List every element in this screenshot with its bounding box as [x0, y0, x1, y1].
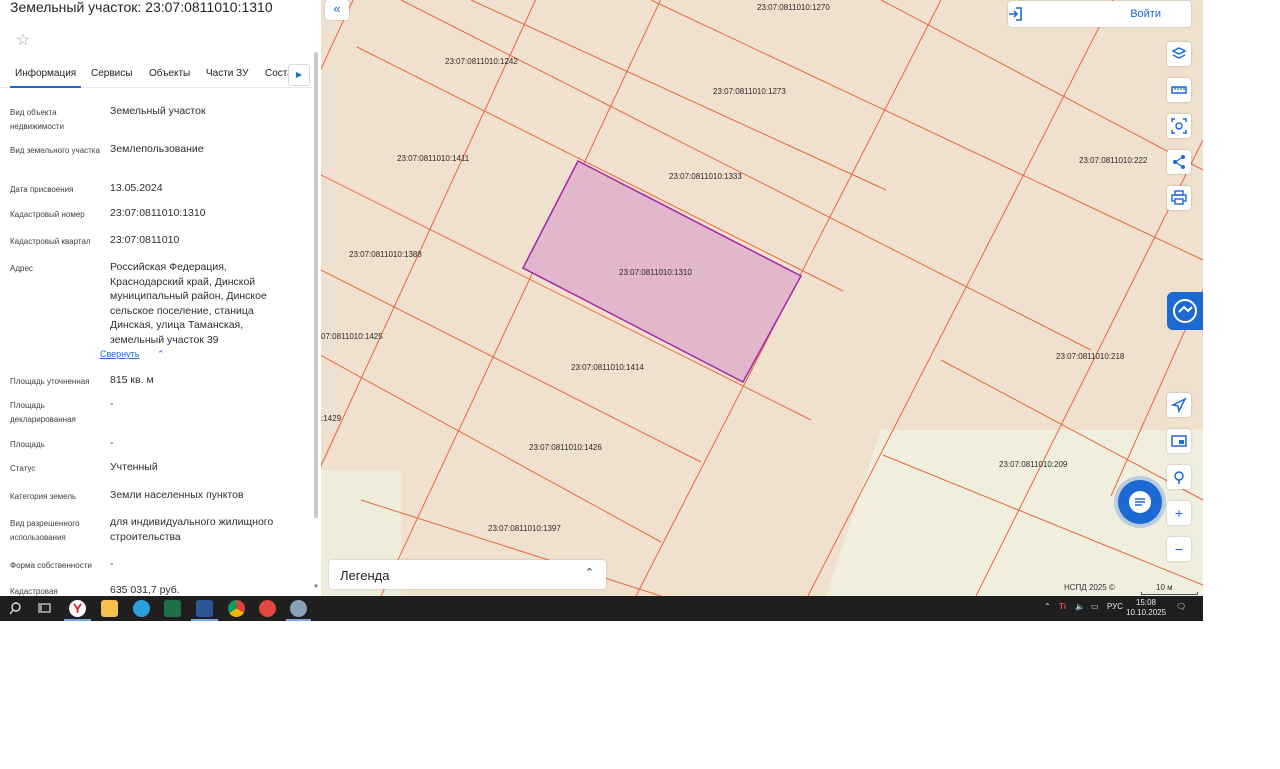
parcel-label: 23:07:0811010:1388	[349, 250, 422, 259]
parcel-label: 23:07:0811010:1414	[571, 363, 644, 372]
chat-bubble-icon	[1129, 491, 1151, 513]
location-search-button[interactable]	[1167, 465, 1191, 489]
parcel-label: 23:07:0811010:1273	[713, 87, 786, 96]
parcel-label: 23:07:0811010:1411	[397, 154, 470, 163]
zoom-in-button[interactable]: +	[1167, 501, 1191, 525]
location-pin-icon	[1174, 471, 1184, 484]
windows-taskbar: ⌃ Ti 🔈 ▭ РУС 15:08 10.10.2025 🗨	[0, 596, 1203, 621]
clock-date: 10.10.2025	[1126, 608, 1167, 617]
ruler-button[interactable]	[1167, 78, 1191, 102]
tab-land-parts[interactable]: Части ЗУ	[206, 68, 248, 79]
excel-icon[interactable]	[163, 599, 182, 618]
parcel-label: 23:07:0811010:1333	[669, 172, 742, 181]
legend-label: Легенда	[340, 568, 390, 583]
parcel-label: 23:07:0811010:1397	[488, 524, 561, 533]
tabs-next-arrow-icon[interactable]: ▶	[288, 64, 310, 86]
tab-bar: Информация Сервисы Объекты Части ЗУ Сост…	[0, 60, 312, 88]
login-button[interactable]: Войти	[1008, 1, 1191, 27]
login-arrow-icon	[1009, 7, 1022, 21]
minimap-icon	[1171, 435, 1187, 447]
minimap-button[interactable]	[1167, 429, 1191, 453]
edge-browser-icon[interactable]	[132, 599, 151, 618]
task-view-icon[interactable]	[36, 599, 55, 618]
map-scale-bar	[1141, 592, 1198, 595]
chevron-up-icon[interactable]: ⌃	[157, 349, 165, 360]
up-down-chevron-icon: ⌃	[584, 567, 594, 579]
print-button[interactable]	[1167, 186, 1191, 210]
navigation-arrow-icon	[1170, 397, 1187, 414]
geolocation-button[interactable]	[1167, 393, 1191, 417]
parcel-label: 23:07:0811010:222	[1079, 156, 1148, 165]
cadastral-map[interactable]: 23:07:0811010:1270 23:07:0811010:1242 23…	[321, 0, 1203, 596]
parcel-label: 07:0811010:1425	[321, 332, 383, 341]
tab-objects[interactable]: Объекты	[149, 68, 190, 79]
parcel-label: 23:07:0811010:1270	[757, 3, 830, 12]
word-icon[interactable]	[195, 599, 214, 618]
assistant-icon	[1173, 299, 1197, 323]
app-shortcut-icon[interactable]	[258, 599, 277, 618]
parcel-label: 23:07:0811010:1310	[619, 268, 692, 277]
file-explorer-icon[interactable]	[100, 599, 119, 618]
chrome-icon[interactable]	[227, 599, 246, 618]
favorite-star-icon[interactable]: ☆	[10, 28, 36, 54]
tab-information[interactable]: Информация	[9, 68, 82, 88]
map-canvas[interactable]: 23:07:0811010:1270 23:07:0811010:1242 23…	[321, 0, 1203, 596]
tab-services[interactable]: Сервисы	[91, 68, 132, 79]
taskbar-clock[interactable]: 15:08 10.10.2025	[1126, 598, 1166, 618]
legend-dropdown[interactable]: Легенда ⌃	[329, 560, 606, 589]
share-icon	[1173, 155, 1185, 169]
network-icon[interactable]: ▭	[1091, 602, 1099, 611]
map-scale-label: 10 м	[1156, 583, 1173, 592]
open-app-indicator	[191, 619, 218, 621]
print-icon	[1171, 190, 1187, 205]
map-copyright: НСПД 2025 ©	[1064, 583, 1115, 592]
collapse-address-link[interactable]: Свернуть	[100, 349, 139, 359]
clock-time: 15:08	[1135, 598, 1157, 607]
notifications-icon[interactable]: 🗨	[1176, 602, 1186, 611]
login-label: Войти	[1130, 8, 1161, 20]
speaker-icon[interactable]: 🔈	[1075, 602, 1085, 611]
scroll-down-arrow-icon[interactable]: ▼	[313, 584, 319, 590]
parcel-label: 23:07:0811010:1242	[445, 57, 518, 66]
search-icon[interactable]	[6, 599, 25, 618]
parcel-label: 23:07:0811010:1426	[529, 443, 602, 452]
layers-button[interactable]	[1167, 42, 1191, 66]
panel-scrollbar[interactable]	[314, 52, 318, 518]
page-title: Земельный участок: 23:07:0811010:1310	[10, 0, 273, 15]
assistant-tab-button[interactable]	[1167, 292, 1203, 330]
zoom-out-button[interactable]: −	[1167, 537, 1191, 561]
area-select-icon	[1171, 118, 1187, 134]
parcel-label: 23:07:0811010:218	[1056, 352, 1125, 361]
ruler-icon	[1171, 86, 1187, 94]
tray-app-icon[interactable]: Ti	[1059, 602, 1066, 611]
chat-button[interactable]	[1118, 480, 1162, 524]
parcel-label: :1429	[321, 414, 342, 423]
parcel-label: 23:07:0811010:209	[999, 460, 1068, 469]
language-indicator[interactable]: РУС	[1107, 602, 1123, 611]
app-shortcut-icon[interactable]	[289, 599, 308, 618]
yandex-browser-icon[interactable]	[68, 599, 87, 618]
info-panel: Земельный участок: 23:07:0811010:1310 ☆ …	[0, 0, 321, 596]
collapse-panel-button[interactable]: «	[325, 0, 349, 20]
active-app-indicator	[64, 619, 91, 621]
open-app-indicator	[286, 619, 311, 621]
chevron-up-icon[interactable]: ⌃	[1044, 602, 1051, 611]
app-window: Земельный участок: 23:07:0811010:1310 ☆ …	[0, 0, 1203, 621]
layers-icon	[1171, 47, 1187, 59]
area-select-button[interactable]	[1167, 114, 1191, 138]
share-button[interactable]	[1167, 150, 1191, 174]
